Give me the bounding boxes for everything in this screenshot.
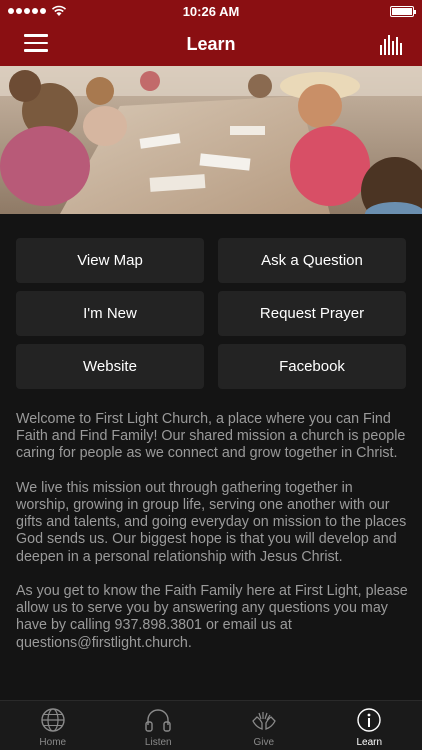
signal-strength-icon xyxy=(8,8,46,14)
hero-image xyxy=(0,66,422,214)
ask-question-button[interactable]: Ask a Question xyxy=(218,238,406,283)
tab-give-label: Give xyxy=(253,737,275,748)
tab-listen[interactable]: Listen xyxy=(106,701,212,750)
children-coloring-photo xyxy=(0,66,422,214)
battery-icon xyxy=(390,5,416,17)
status-left xyxy=(8,5,67,17)
paragraph-mission: We live this mission out through gatheri… xyxy=(16,479,407,565)
tab-bar: Home Listen Give Learn xyxy=(0,700,422,750)
tab-listen-label: Listen xyxy=(144,737,172,748)
tab-give[interactable]: Give xyxy=(211,701,317,750)
paragraph-welcome: Welcome to First Light Church, a place w… xyxy=(16,411,406,462)
info-icon xyxy=(357,708,381,732)
wifi-icon xyxy=(51,5,67,16)
website-button[interactable]: Website xyxy=(16,344,204,389)
paragraph-contact: As you get to know the Faith Family here… xyxy=(16,583,408,651)
tab-home-label: Home xyxy=(39,737,67,748)
equalizer-bars-icon[interactable] xyxy=(380,33,404,55)
welcome-text: Welcome to First Light Church, a place w… xyxy=(16,411,408,669)
status-bar: 10:26 AM xyxy=(0,0,422,22)
action-buttons: View Map Ask a Question I'm New Request … xyxy=(16,238,406,389)
page-title: Learn xyxy=(186,33,236,54)
hands-icon xyxy=(251,712,276,730)
im-new-button[interactable]: I'm New xyxy=(16,291,204,336)
nav-bar: Learn xyxy=(0,22,422,66)
tab-home[interactable]: Home xyxy=(0,701,106,750)
view-map-button[interactable]: View Map xyxy=(16,238,204,283)
request-prayer-button[interactable]: Request Prayer xyxy=(218,291,406,336)
tab-learn[interactable]: Learn xyxy=(317,701,422,750)
hamburger-menu-icon[interactable] xyxy=(24,34,48,54)
facebook-button[interactable]: Facebook xyxy=(218,344,406,389)
headphones-icon xyxy=(145,709,171,732)
tab-learn-label: Learn xyxy=(356,737,383,748)
globe-icon xyxy=(41,708,65,732)
